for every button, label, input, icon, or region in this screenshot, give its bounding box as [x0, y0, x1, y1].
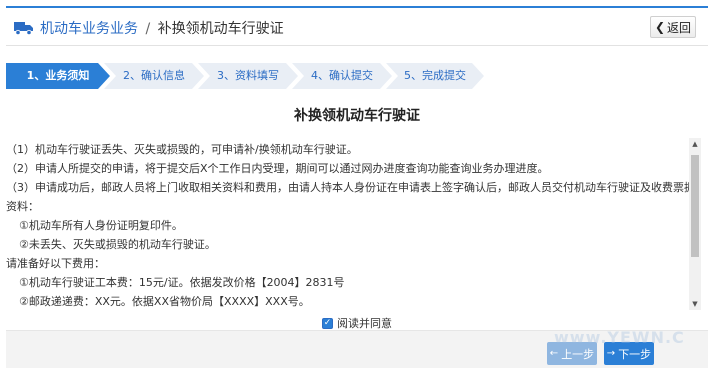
agree-label[interactable]: 阅读并同意 [337, 315, 392, 331]
arrow-right-icon: → [606, 348, 616, 359]
breadcrumb-separator: / [145, 21, 151, 37]
agree-row: ✓ 阅读并同意 [6, 315, 708, 331]
step-3-label: 3、资料填写 [217, 69, 279, 82]
step-3: 3、资料填写 [198, 63, 298, 89]
step-1: 1、业务须知 [6, 63, 110, 89]
notice-line: （1）机动车行驶证丢失、灭失或损毁的，可申请补/换领机动车行驶证。 [6, 143, 358, 156]
scroll-down-arrow-icon[interactable]: ▼ [689, 298, 701, 310]
step-4-label: 4、确认提交 [311, 69, 373, 82]
notice-line: （3）申请成功后，邮政人员将上门收取相关资料和费用，由请人持本人身份证在申请表上… [6, 181, 696, 194]
footer-bar: ← 上一步 → 下一步 [6, 330, 708, 368]
app-frame: 机动车业务业务 / 补换领机动车行驶证 ❮ 返回 1、业务须知 2、确认信息 3… [6, 6, 708, 368]
header-bar: 机动车业务业务 / 补换领机动车行驶证 ❮ 返回 [6, 8, 708, 46]
prev-step-label: 上一步 [561, 347, 595, 361]
scroll-up-arrow-icon[interactable]: ▲ [689, 138, 701, 150]
agree-checkbox[interactable]: ✓ [322, 317, 333, 329]
step-5: 5、完成提交 [386, 63, 484, 89]
breadcrumb-link[interactable]: 机动车业务业务 [40, 21, 138, 37]
notice-line: ①机动车行驶证工本费：15元/证。依据发改价格【2004】2831号 [19, 276, 345, 289]
next-step-label: 下一步 [618, 347, 652, 361]
step-2: 2、确认信息 [104, 63, 204, 89]
breadcrumb-current: 补换领机动车行驶证 [157, 21, 284, 37]
notice-line: （2）申请人所提交的申请，将于提交后X个工作日内受理，期间可以通过网办进度查询功… [6, 162, 549, 175]
page-title: 补换领机动车行驶证 [294, 108, 420, 124]
step-5-label: 5、完成提交 [404, 69, 466, 82]
notice-content: （1）机动车行驶证丢失、灭失或损毁的，可申请补/换领机动车行驶证。 （2）申请人… [6, 136, 696, 312]
breadcrumb: 机动车业务业务 / 补换领机动车行驶证 [40, 18, 284, 38]
chevron-left-icon: ❮ [654, 20, 666, 34]
notice-line: 资料： [6, 200, 39, 213]
step-indicator: 1、业务须知 2、确认信息 3、资料填写 4、确认提交 5、完成提交 [6, 63, 484, 89]
step-1-label: 1、业务须知 [26, 69, 90, 82]
prev-step-button[interactable]: ← 上一步 [547, 342, 597, 365]
step-2-label: 2、确认信息 [123, 69, 185, 82]
content-scrollbar[interactable]: ▲ ▼ [689, 138, 701, 310]
truck-icon [14, 22, 33, 35]
back-button[interactable]: ❮ 返回 [650, 16, 696, 38]
scrollbar-thumb[interactable] [691, 155, 699, 257]
next-step-button[interactable]: → 下一步 [604, 342, 654, 365]
notice-line: ②邮政递递费：XX元。依据XX省物价局【XXXX】XXX号。 [19, 295, 310, 308]
notice-line: ①机动车所有人身份证明复印件。 [19, 219, 183, 232]
arrow-left-icon: ← [549, 348, 559, 359]
back-button-label: 返回 [667, 20, 692, 35]
notice-line: ②未丢失、灭失或损毁的机动车行驶证。 [19, 238, 216, 251]
notice-line: 请准备好以下费用： [6, 257, 105, 270]
step-4: 4、确认提交 [292, 63, 392, 89]
